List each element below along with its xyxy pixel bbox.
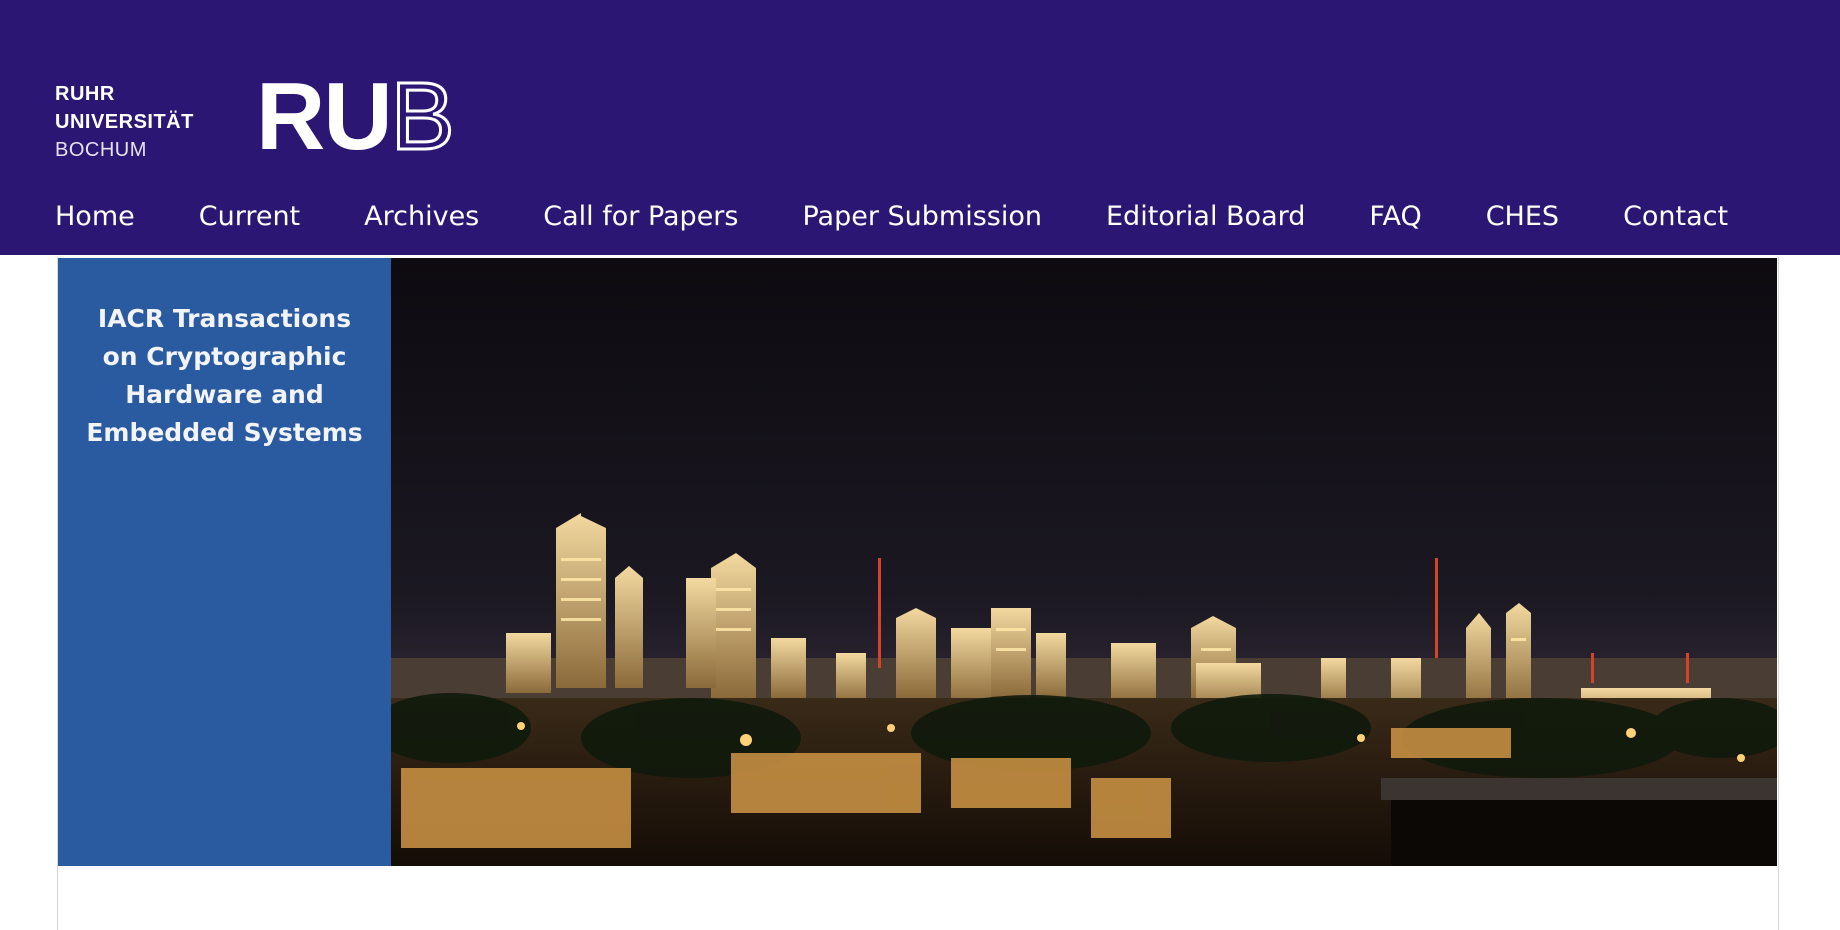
nav-item-current[interactable]: Current [199, 196, 300, 238]
nav-item-call-for-papers[interactable]: Call for Papers [543, 196, 738, 238]
city-skyline-image [391, 258, 1777, 866]
skyline-illustration [391, 258, 1777, 866]
logo-line-bochum: BOCHUM [55, 139, 147, 161]
nav-item-home[interactable]: Home [55, 196, 135, 238]
nav-item-ches[interactable]: CHES [1486, 196, 1559, 238]
journal-title-panel: IACR Transactions on Cryptographic Hardw… [58, 258, 391, 866]
logo-mark-ru: RU [256, 63, 393, 170]
logo-mark-b: B [389, 62, 456, 172]
logo-line-universitaet: UNIVERSITÄT [55, 111, 194, 133]
nav-item-contact[interactable]: Contact [1623, 196, 1728, 238]
main-navigation: Home Current Archives Call for Papers Pa… [55, 196, 1792, 238]
logo-line-ruhr: RUHR [55, 83, 115, 105]
rub-logo-mark[interactable]: RUB [256, 62, 456, 172]
journal-banner: IACR Transactions on Cryptographic Hardw… [58, 258, 1777, 866]
university-logo-wordmark[interactable]: RUHR UNIVERSITÄT BOCHUM [55, 80, 194, 164]
nav-item-editorial-board[interactable]: Editorial Board [1106, 196, 1305, 238]
nav-item-archives[interactable]: Archives [364, 196, 479, 238]
site-header: RUHR UNIVERSITÄT BOCHUM RUB Home Current… [0, 0, 1840, 256]
journal-title: IACR Transactions on Cryptographic Hardw… [86, 304, 363, 447]
nav-item-paper-submission[interactable]: Paper Submission [802, 196, 1042, 238]
nav-item-faq[interactable]: FAQ [1369, 196, 1421, 238]
